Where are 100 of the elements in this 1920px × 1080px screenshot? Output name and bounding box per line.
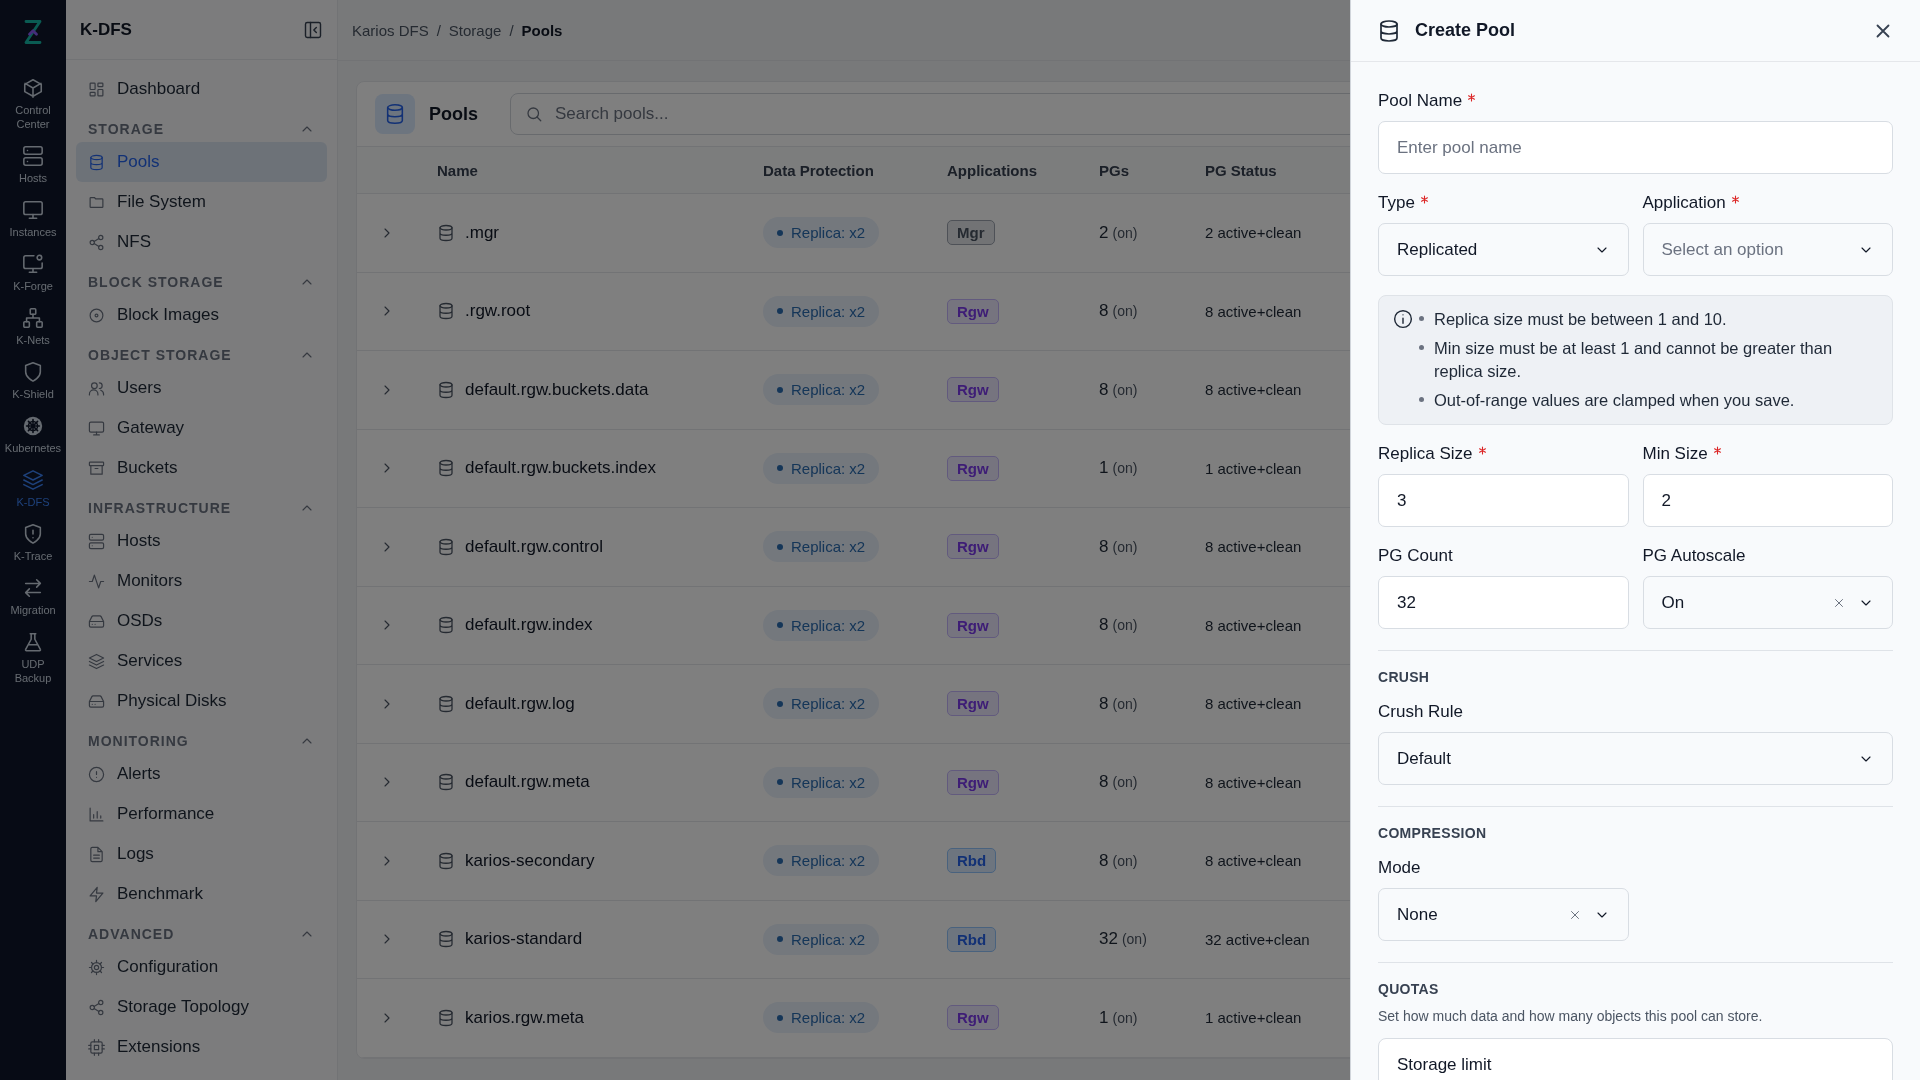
rail-item[interactable]: K-Nets bbox=[2, 304, 64, 350]
sidebar-item[interactable]: Performance bbox=[76, 794, 327, 834]
pool-name: .mgr bbox=[465, 222, 499, 243]
section-heading: ADVANCED bbox=[88, 926, 175, 942]
table-cell: 1 active+clean bbox=[1205, 459, 1302, 477]
monitor-gear-icon bbox=[22, 253, 44, 275]
layers-icon bbox=[88, 652, 105, 670]
breadcrumb-separator: / bbox=[436, 21, 441, 39]
field-label: Min Size bbox=[1642, 444, 1708, 464]
hard-drive-icon bbox=[88, 612, 105, 630]
table-cell: 8 active+clean bbox=[1205, 695, 1302, 713]
sidebar-item[interactable]: Pools bbox=[76, 142, 327, 182]
select-field[interactable]: Replicated bbox=[1378, 223, 1629, 276]
database-icon bbox=[1377, 18, 1401, 43]
protection-badge: Replica: x2 bbox=[763, 531, 880, 563]
users-icon bbox=[88, 379, 105, 397]
rail-item[interactable]: UDP Backup bbox=[2, 628, 64, 688]
database-icon bbox=[437, 616, 455, 635]
table-cell-text: 1 (on) bbox=[1099, 458, 1139, 479]
sidebar-item[interactable]: Dashboard bbox=[76, 69, 327, 109]
breadcrumb-item[interactable]: Karios DFS bbox=[352, 21, 429, 39]
sidebar-item[interactable]: NFS bbox=[76, 222, 327, 262]
flask-icon bbox=[22, 631, 44, 653]
table-cell-text: 8 (on) bbox=[1099, 301, 1139, 322]
sidebar-collapse-icon bbox=[303, 19, 323, 40]
protection-badge: Replica: x2 bbox=[763, 217, 880, 249]
rail-item[interactable]: Instances bbox=[2, 196, 64, 242]
section-header[interactable]: MONITORING bbox=[76, 728, 327, 754]
rail-item[interactable]: Control Center bbox=[2, 74, 64, 134]
sidebar-item[interactable]: Gateway bbox=[76, 408, 327, 448]
application-tag: Rgw bbox=[947, 612, 999, 638]
rail-item[interactable]: K-Shield bbox=[2, 358, 64, 404]
database-icon bbox=[437, 694, 455, 713]
field-label: Mode bbox=[1378, 858, 1421, 878]
sidebar-item[interactable]: File System bbox=[76, 182, 327, 222]
sidebar-item[interactable]: Benchmark bbox=[76, 874, 327, 914]
sidebar-item[interactable]: Hosts bbox=[76, 521, 327, 561]
database-icon bbox=[437, 773, 455, 792]
select-field[interactable]: Select an option bbox=[1642, 223, 1893, 276]
sidebar-item[interactable]: OSDs bbox=[76, 601, 327, 641]
table-cell: 8 active+clean bbox=[1205, 381, 1302, 399]
database-icon bbox=[384, 103, 406, 125]
table-cell-text: 1 (on) bbox=[1099, 1007, 1139, 1028]
database-icon bbox=[437, 380, 455, 399]
section-header[interactable]: STORAGE bbox=[76, 116, 327, 142]
section-heading: CRUSH bbox=[1378, 669, 1431, 685]
input-field[interactable]: 3 bbox=[1378, 474, 1629, 527]
sidebar-item[interactable]: Extensions bbox=[76, 1027, 327, 1067]
rail-item[interactable]: Migration bbox=[2, 574, 64, 620]
sidebar-item[interactable]: Services bbox=[76, 641, 327, 681]
section-header[interactable]: INFRASTRUCTURE bbox=[76, 495, 327, 521]
field-label: PG Autoscale bbox=[1642, 546, 1746, 566]
application-tag: Rgw bbox=[947, 455, 999, 481]
application-tag: Rgw bbox=[947, 377, 999, 403]
sidebar-item[interactable]: Logs bbox=[76, 834, 327, 874]
field-label: Application bbox=[1642, 193, 1726, 213]
sidebar-item[interactable]: Physical Disks bbox=[76, 681, 327, 721]
sidebar-item[interactable]: Storage Topology bbox=[76, 987, 327, 1027]
section-header[interactable]: OBJECT STORAGE bbox=[76, 342, 327, 368]
select-field[interactable]: None bbox=[1378, 888, 1629, 941]
database-icon bbox=[437, 459, 455, 478]
sidebar-item[interactable]: Monitors bbox=[76, 561, 327, 601]
document-icon bbox=[88, 845, 105, 863]
shield-icon bbox=[22, 361, 44, 383]
breadcrumb-item: Pools bbox=[521, 21, 563, 39]
layers-icon bbox=[22, 469, 44, 491]
breadcrumb-item[interactable]: Storage bbox=[448, 21, 502, 39]
section-heading: OBJECT STORAGE bbox=[88, 347, 232, 363]
collapse-sidebar-button[interactable] bbox=[303, 19, 323, 40]
database-icon bbox=[437, 930, 455, 949]
table-cell: 2 active+clean bbox=[1205, 224, 1302, 242]
card-title: Pools bbox=[429, 103, 478, 125]
database-icon bbox=[437, 1008, 455, 1027]
rail-item[interactable]: Hosts bbox=[2, 142, 64, 188]
pool-name: karios-secondary bbox=[465, 850, 595, 871]
section-header[interactable]: BLOCK STORAGE bbox=[76, 269, 327, 295]
select-field[interactable]: Default bbox=[1378, 732, 1893, 785]
sidebar-item[interactable]: Block Images bbox=[76, 295, 327, 335]
input-field[interactable]: 2 bbox=[1642, 474, 1893, 527]
field-label: Crush Rule bbox=[1378, 702, 1464, 722]
rail-item[interactable]: K-Forge bbox=[2, 250, 64, 296]
table-cell-text: 8 (on) bbox=[1099, 693, 1139, 714]
select-field[interactable]: On bbox=[1642, 576, 1893, 629]
sidebar-item[interactable]: Configuration bbox=[76, 947, 327, 987]
grid-icon bbox=[88, 80, 105, 98]
sidebar-item[interactable]: Alerts bbox=[76, 754, 327, 794]
sidebar-item[interactable]: Users bbox=[76, 368, 327, 408]
input-field[interactable]: 32 bbox=[1378, 576, 1629, 629]
table-cell: 8 active+clean bbox=[1205, 852, 1302, 870]
rail-item[interactable]: Kubernetes bbox=[2, 412, 64, 458]
pool-name: karios-standard bbox=[465, 929, 583, 950]
network-icon bbox=[22, 307, 44, 329]
input-field[interactable]: Enter pool name bbox=[1378, 121, 1893, 174]
rail-item[interactable]: K-Trace bbox=[2, 520, 64, 566]
sidebar-item[interactable]: Buckets bbox=[76, 448, 327, 488]
protection-badge: Replica: x2 bbox=[763, 845, 880, 877]
pool-name: karios.rgw.meta bbox=[465, 1007, 585, 1028]
protection-badge: Replica: x2 bbox=[763, 295, 880, 327]
field-label: Type bbox=[1378, 193, 1415, 213]
section-header[interactable]: ADVANCED bbox=[76, 921, 327, 947]
